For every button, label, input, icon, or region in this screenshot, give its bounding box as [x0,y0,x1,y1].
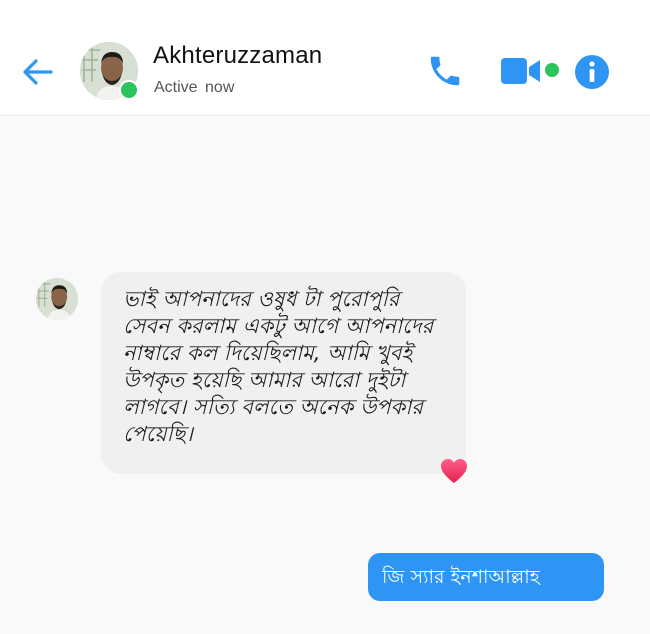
info-icon [575,55,609,89]
conversation-info-button[interactable] [574,54,610,90]
phone-icon [430,56,460,86]
voice-call-button[interactable] [426,52,464,90]
incoming-message-text: ভাই আপনাদের ওষুধ টা পুরোপুরি সেবন করলাম … [123,287,434,446]
arrow-left-icon [23,59,53,85]
video-online-dot [545,63,559,77]
heart-icon [441,459,467,483]
contact-name[interactable]: Akhteruzzaman [153,42,322,70]
chat-window: Akhteruzzaman Active now ভাই আপনাদের ওষু… [0,0,650,634]
outgoing-message-text: জি স্যার ইনশাআল্লাহ [382,566,540,588]
contact-avatar[interactable] [80,42,139,100]
incoming-message-bubble[interactable]: ভাই আপনাদের ওষুধ টা পুরোপুরি সেবন করলাম … [101,272,466,474]
sender-avatar[interactable] [36,278,78,320]
online-status-dot [119,80,139,100]
video-camera-icon [501,58,540,84]
outgoing-message-bubble[interactable]: জি স্যার ইনশাআল্লাহ [368,553,604,601]
video-call-button[interactable] [500,55,542,87]
heart-reaction[interactable] [439,457,469,485]
chat-header: Akhteruzzaman Active now [0,0,650,116]
back-button[interactable] [20,54,56,90]
active-status: Active now [154,79,235,96]
